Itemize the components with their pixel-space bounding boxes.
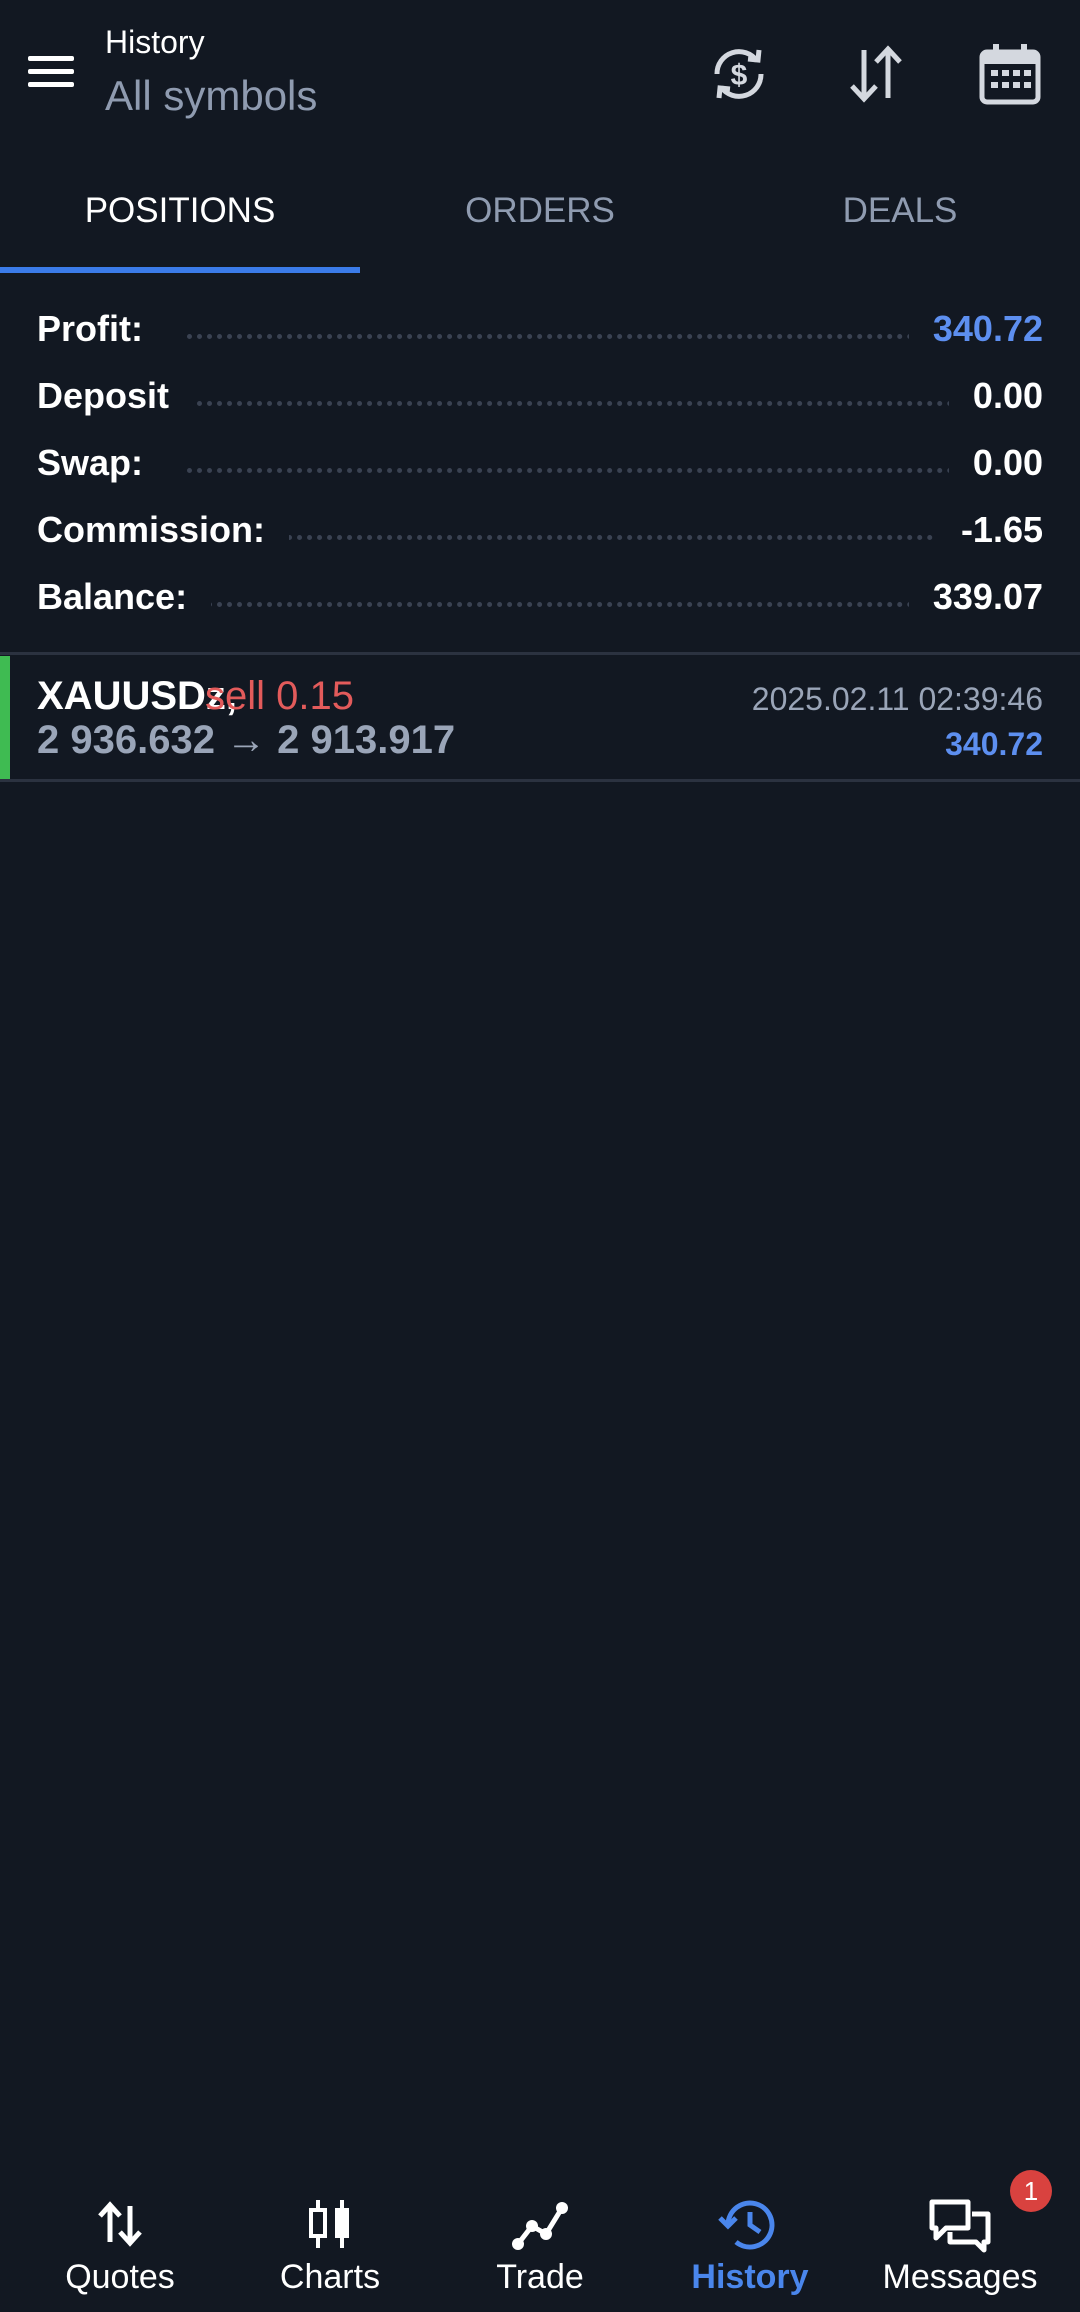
position-profit: 340.72	[945, 726, 1043, 762]
quotes-arrows-icon	[98, 2201, 142, 2247]
summary-row-balance: Balance: 339.07	[37, 568, 1043, 628]
summary-row-commission: Commission: -1.65	[37, 501, 1043, 561]
balance-label: Balance:	[37, 576, 212, 618]
divider	[0, 652, 1080, 655]
bottom-navigation: Quotes Charts Trade History 1 Messages	[0, 2170, 1080, 2312]
unread-badge: 1	[1010, 2170, 1052, 2212]
tab-orders[interactable]: ORDERS	[360, 170, 720, 273]
dotted-leader	[187, 334, 963, 339]
profit-value: 340.72	[908, 308, 1043, 350]
top-bar: History All symbols $	[0, 0, 1080, 150]
chat-bubbles-icon	[929, 2199, 991, 2253]
nav-charts[interactable]: Charts	[222, 2170, 438, 2312]
svg-text:$: $	[731, 59, 748, 92]
nav-trade[interactable]: Trade	[432, 2170, 648, 2312]
sort-arrows-icon[interactable]	[840, 38, 912, 110]
position-side-volume: sell 0.15	[205, 674, 354, 718]
dotted-leader	[187, 468, 963, 473]
swap-label: Swap:	[37, 442, 168, 484]
balance-value: 339.07	[908, 576, 1043, 618]
tab-positions[interactable]: POSITIONS	[0, 170, 360, 273]
candlestick-icon	[309, 2200, 349, 2248]
summary-row-profit: Profit: 340.72	[37, 300, 1043, 360]
nav-history[interactable]: History	[642, 2170, 858, 2312]
nav-quotes[interactable]: Quotes	[12, 2170, 228, 2312]
deposit-value: 0.00	[948, 375, 1043, 417]
history-clock-icon	[718, 2200, 775, 2250]
nav-messages-label: Messages	[882, 2258, 1038, 2296]
commission-label: Commission:	[37, 509, 290, 551]
nav-history-label: History	[691, 2258, 809, 2296]
tab-deals[interactable]: DEALS	[720, 170, 1080, 273]
position-prices: 2 936.632 → 2 913.917	[37, 718, 456, 762]
history-tabs: POSITIONS ORDERS DEALS	[0, 170, 1080, 273]
position-time: 2025.02.11 02:39:46	[751, 681, 1043, 717]
symbol-filter[interactable]: All symbols	[105, 72, 317, 120]
summary-row-swap: Swap: 0.00	[37, 434, 1043, 494]
divider	[0, 779, 1080, 782]
nav-messages[interactable]: 1 Messages	[852, 2170, 1068, 2312]
summary-row-deposit: Deposit 0.00	[37, 367, 1043, 427]
dotted-leader	[187, 535, 963, 540]
trade-line-icon	[512, 2202, 568, 2250]
currency-refresh-icon[interactable]: $	[703, 38, 775, 110]
hamburger-menu-icon[interactable]	[24, 52, 80, 92]
dotted-leader	[187, 602, 963, 607]
commission-value: -1.65	[936, 509, 1043, 551]
calendar-icon[interactable]	[974, 38, 1046, 110]
dotted-leader	[187, 401, 963, 406]
swap-value: 0.00	[948, 442, 1043, 484]
nav-charts-label: Charts	[279, 2258, 381, 2296]
nav-quotes-label: Quotes	[65, 2258, 175, 2296]
profit-label: Profit:	[37, 308, 167, 350]
position-row[interactable]: XAUUSDz, sell 0.15 2 936.632 → 2 913.917…	[0, 656, 1080, 781]
deposit-label: Deposit	[37, 375, 194, 417]
position-indicator-bar	[0, 656, 10, 781]
nav-trade-label: Trade	[496, 2258, 584, 2296]
page-title: History	[105, 24, 205, 60]
